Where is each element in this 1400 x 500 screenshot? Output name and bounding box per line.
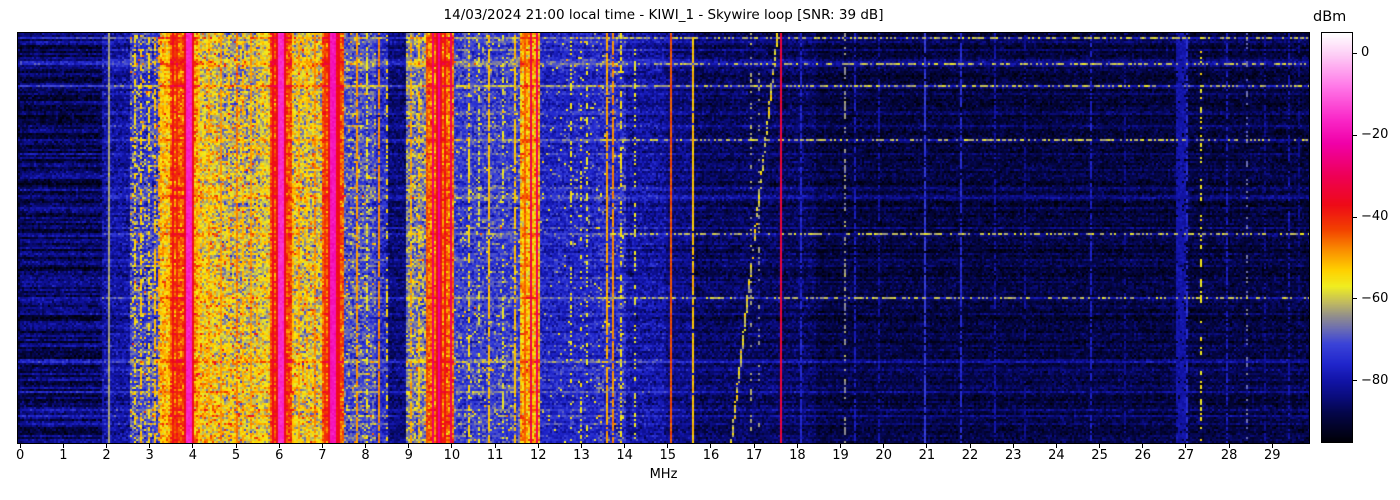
spectrogram-figure: 14/03/2024 21:00 local time - KIWI_1 - S…	[0, 0, 1400, 500]
colorbar-tick-label: −20	[1361, 127, 1388, 142]
x-tick-label: 4	[178, 448, 208, 463]
colorbar-tick-mark	[1353, 135, 1357, 136]
x-tick-label: 17	[739, 448, 769, 463]
x-tick-label: 20	[869, 448, 899, 463]
x-tick-label: 5	[221, 448, 251, 463]
x-tick-label: 10	[437, 448, 467, 463]
x-tick-label: 28	[1214, 448, 1244, 463]
x-tick-label: 15	[653, 448, 683, 463]
x-tick-label: 2	[92, 448, 122, 463]
x-tick-label: 16	[696, 448, 726, 463]
chart-title: 14/03/2024 21:00 local time - KIWI_1 - S…	[17, 7, 1310, 23]
x-tick-label: 7	[307, 448, 337, 463]
colorbar-tick-mark	[1353, 298, 1357, 299]
x-tick-label: 1	[48, 448, 78, 463]
x-tick-label: 12	[523, 448, 553, 463]
x-tick-label: 18	[782, 448, 812, 463]
x-tick-label: 24	[1041, 448, 1071, 463]
colorbar-tick-mark	[1353, 380, 1357, 381]
colorbar	[1321, 32, 1353, 443]
x-tick-label: 25	[1085, 448, 1115, 463]
x-tick-label: 19	[826, 448, 856, 463]
colorbar-canvas	[1322, 33, 1352, 442]
colorbar-tick-label: 0	[1361, 45, 1369, 60]
x-tick-label: 23	[998, 448, 1028, 463]
spectrogram-plot	[17, 32, 1310, 444]
x-tick-label: 6	[264, 448, 294, 463]
colorbar-tick-label: −40	[1361, 209, 1388, 224]
x-tick-label: 27	[1171, 448, 1201, 463]
x-tick-label: 0	[5, 448, 35, 463]
x-tick-label: 13	[566, 448, 596, 463]
x-tick-label: 26	[1128, 448, 1158, 463]
x-tick-label: 11	[480, 448, 510, 463]
x-tick-label: 9	[394, 448, 424, 463]
x-tick-label: 21	[912, 448, 942, 463]
colorbar-label: dBm	[1313, 9, 1346, 25]
colorbar-tick-label: −80	[1361, 373, 1388, 388]
colorbar-tick-label: −60	[1361, 291, 1388, 306]
x-tick-label: 8	[351, 448, 381, 463]
spectrogram-canvas	[18, 33, 1309, 443]
x-tick-label: 29	[1257, 448, 1287, 463]
x-tick-label: 22	[955, 448, 985, 463]
colorbar-tick-mark	[1353, 217, 1357, 218]
x-tick-label: 14	[610, 448, 640, 463]
x-axis-label: MHz	[17, 467, 1310, 482]
colorbar-tick-mark	[1353, 53, 1357, 54]
x-tick-label: 3	[135, 448, 165, 463]
